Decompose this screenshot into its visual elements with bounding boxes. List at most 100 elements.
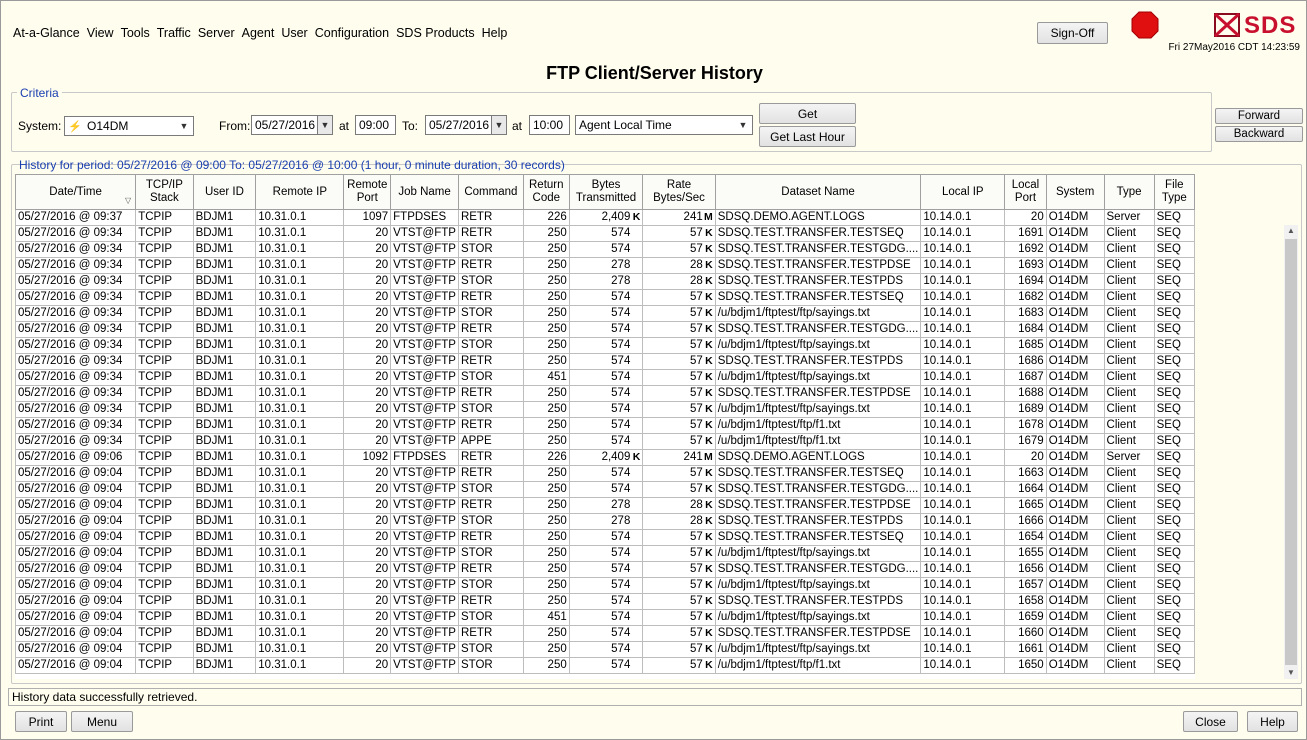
menu-item-help[interactable]: Help <box>482 26 508 40</box>
cell-value: 57 <box>689 627 703 639</box>
backward-button[interactable]: Backward <box>1215 126 1303 142</box>
cell-value: 574 <box>611 483 631 495</box>
table-row[interactable]: 05/27/2016 @ 09:06 TCPIP BDJM1 10.31.0.1 109… <box>15 449 1195 466</box>
table-cell: 05/27/2016 @ 09:34 <box>15 273 137 290</box>
table-row[interactable]: 05/27/2016 @ 09:04 TCPIP BDJM1 10.31.0.1 20 V… <box>15 577 1195 594</box>
menu-item-tools[interactable]: Tools <box>121 26 150 40</box>
table-row[interactable]: 05/27/2016 @ 09:04 TCPIP BDJM1 10.31.0.1 20 V… <box>15 625 1195 642</box>
table-row[interactable]: 05/27/2016 @ 09:34 TCPIP BDJM1 10.31.0.1 20 V… <box>15 369 1195 386</box>
to-date-picker[interactable]: 05/27/2016 ▼ <box>425 115 507 135</box>
help-button[interactable]: Help <box>1247 711 1298 732</box>
table-row[interactable]: 05/27/2016 @ 09:37 TCPIP BDJM1 10.31.0.1 109… <box>15 209 1195 226</box>
table-row[interactable]: 05/27/2016 @ 09:34 TCPIP BDJM1 10.31.0.1 20 V… <box>15 353 1195 370</box>
cell-value: 57 <box>689 227 703 239</box>
from-time-input[interactable]: 09:00 <box>355 115 396 135</box>
column-header-local-ip[interactable]: Local IP <box>920 174 1006 210</box>
from-date-picker[interactable]: 05/27/2016 ▼ <box>251 115 333 135</box>
table-scrollbar[interactable]: ▲ ▼ <box>1284 225 1298 679</box>
table-cell: 20 <box>343 337 392 354</box>
table-row[interactable]: 05/27/2016 @ 09:04 TCPIP BDJM1 10.31.0.1 20 V… <box>15 561 1195 578</box>
table-cell: BDJM1 <box>192 577 257 594</box>
menu-button[interactable]: Menu <box>71 711 133 732</box>
table-cell: 241M <box>642 449 716 466</box>
column-header-rate-bytes-sec[interactable]: Rate Bytes/Sec <box>642 174 716 210</box>
cell-value: 28 <box>689 259 703 271</box>
column-header-file-type[interactable]: File Type <box>1153 174 1195 210</box>
get-last-hour-button[interactable]: Get Last Hour <box>759 126 856 147</box>
column-header-bytes-transmitted[interactable]: Bytes Transmitted <box>568 174 644 210</box>
table-row[interactable]: 05/27/2016 @ 09:04 TCPIP BDJM1 10.31.0.1 20 V… <box>15 545 1195 562</box>
menu-item-at-a-glance[interactable]: At-a-Glance <box>13 26 80 40</box>
timezone-select[interactable]: Agent Local Time ▼ <box>575 115 753 135</box>
table-cell: /u/bdjm1/ftptest/ftp/sayings.txt <box>714 641 922 658</box>
table-row[interactable]: 05/27/2016 @ 09:34 TCPIP BDJM1 10.31.0.1 20 V… <box>15 241 1195 258</box>
table-row[interactable]: 05/27/2016 @ 09:34 TCPIP BDJM1 10.31.0.1 20 V… <box>15 401 1195 418</box>
table-cell: TCPIP <box>135 209 194 226</box>
menu-item-configuration[interactable]: Configuration <box>315 26 389 40</box>
menu-item-traffic[interactable]: Traffic <box>157 26 191 40</box>
to-time-input[interactable]: 10:00 <box>529 115 570 135</box>
column-header-local-port[interactable]: Local Port <box>1004 174 1047 210</box>
table-row[interactable]: 05/27/2016 @ 09:04 TCPIP BDJM1 10.31.0.1 20 V… <box>15 513 1195 530</box>
column-header-remote-ip[interactable]: Remote IP <box>255 174 345 210</box>
table-cell: SEQ <box>1153 529 1195 546</box>
system-select[interactable]: ⚡ O14DM ▼ <box>64 116 194 136</box>
table-row[interactable]: 05/27/2016 @ 09:04 TCPIP BDJM1 10.31.0.1 20 V… <box>15 609 1195 626</box>
table-row[interactable]: 05/27/2016 @ 09:34 TCPIP BDJM1 10.31.0.1 20 V… <box>15 337 1195 354</box>
get-button[interactable]: Get <box>759 103 856 124</box>
column-header-date-time[interactable]: Date/Time ▽ <box>15 174 137 210</box>
menu-item-agent[interactable]: Agent <box>242 26 275 40</box>
menu-item-view[interactable]: View <box>87 26 114 40</box>
table-cell: 05/27/2016 @ 09:34 <box>15 225 137 242</box>
table-row[interactable]: 05/27/2016 @ 09:04 TCPIP BDJM1 10.31.0.1 20 V… <box>15 641 1195 658</box>
table-row[interactable]: 05/27/2016 @ 09:04 TCPIP BDJM1 10.31.0.1 20 V… <box>15 481 1195 498</box>
table-row[interactable]: 05/27/2016 @ 09:34 TCPIP BDJM1 10.31.0.1 20 V… <box>15 257 1195 274</box>
scroll-down-icon[interactable]: ▼ <box>1284 667 1298 679</box>
table-row[interactable]: 05/27/2016 @ 09:34 TCPIP BDJM1 10.31.0.1 20 V… <box>15 385 1195 402</box>
table-cell: 20 <box>343 369 392 386</box>
stop-sign-icon[interactable] <box>1131 11 1159 39</box>
column-header-command[interactable]: Command <box>457 174 524 210</box>
column-header-user-id[interactable]: User ID <box>192 174 257 210</box>
column-header-remote-port[interactable]: Remote Port <box>343 174 392 210</box>
table-row[interactable]: 05/27/2016 @ 09:04 TCPIP BDJM1 10.31.0.1 20 V… <box>15 529 1195 546</box>
table-cell: 250 <box>522 577 570 594</box>
column-header-dataset-name[interactable]: Dataset Name <box>714 174 922 210</box>
menu-item-sds-products[interactable]: SDS Products <box>396 26 475 40</box>
table-cell: SDSQ.TEST.TRANSFER.TESTSEQ <box>714 225 922 242</box>
menu-item-server[interactable]: Server <box>198 26 235 40</box>
table-row[interactable]: 05/27/2016 @ 09:04 TCPIP BDJM1 10.31.0.1 20 V… <box>15 465 1195 482</box>
column-header-system[interactable]: System <box>1045 174 1105 210</box>
table-row[interactable]: 05/27/2016 @ 09:04 TCPIP BDJM1 10.31.0.1 20 V… <box>15 593 1195 610</box>
table-row[interactable]: 05/27/2016 @ 09:34 TCPIP BDJM1 10.31.0.1 20 V… <box>15 305 1195 322</box>
table-cell: SEQ <box>1153 225 1195 242</box>
table-cell: 574 <box>568 625 644 642</box>
table-row[interactable]: 05/27/2016 @ 09:34 TCPIP BDJM1 10.31.0.1 20 V… <box>15 225 1195 242</box>
column-header-job-name[interactable]: Job Name <box>390 174 459 210</box>
print-button[interactable]: Print <box>15 711 67 732</box>
chevron-down-icon: ▼ <box>491 116 506 134</box>
table-row[interactable]: 05/27/2016 @ 09:04 TCPIP BDJM1 10.31.0.1 20 V… <box>15 497 1195 514</box>
menu-item-user[interactable]: User <box>281 26 307 40</box>
sign-off-button[interactable]: Sign-Off <box>1037 22 1108 44</box>
table-row[interactable]: 05/27/2016 @ 09:34 TCPIP BDJM1 10.31.0.1 20 V… <box>15 417 1195 434</box>
forward-button[interactable]: Forward <box>1215 108 1303 124</box>
table-cell: 241M <box>642 209 716 226</box>
scrollbar-thumb[interactable] <box>1285 239 1297 665</box>
close-button[interactable]: Close <box>1183 711 1238 732</box>
column-header-type[interactable]: Type <box>1103 174 1155 210</box>
column-header-tcp-ip-stack[interactable]: TCP/IP Stack <box>135 174 194 210</box>
column-header-label: Bytes Transmitted <box>575 179 637 204</box>
table-row[interactable]: 05/27/2016 @ 09:34 TCPIP BDJM1 10.31.0.1 20 V… <box>15 321 1195 338</box>
column-header-return-code[interactable]: Return Code <box>522 174 570 210</box>
table-row[interactable]: 05/27/2016 @ 09:34 TCPIP BDJM1 10.31.0.1 20 V… <box>15 433 1195 450</box>
table-row[interactable]: 05/27/2016 @ 09:34 TCPIP BDJM1 10.31.0.1 20 V… <box>15 289 1195 306</box>
table-row[interactable]: 05/27/2016 @ 09:04 TCPIP BDJM1 10.31.0.1 20 V… <box>15 657 1195 674</box>
scroll-up-icon[interactable]: ▲ <box>1284 225 1298 237</box>
table-row[interactable]: 05/27/2016 @ 09:34 TCPIP BDJM1 10.31.0.1 20 V… <box>15 273 1195 290</box>
cell-value: 57 <box>689 339 703 351</box>
table-cell: 10.31.0.1 <box>255 401 345 418</box>
cell-unit: K <box>705 531 713 543</box>
table-cell: O14DM <box>1045 529 1105 546</box>
table-cell: 05/27/2016 @ 09:04 <box>15 657 137 674</box>
